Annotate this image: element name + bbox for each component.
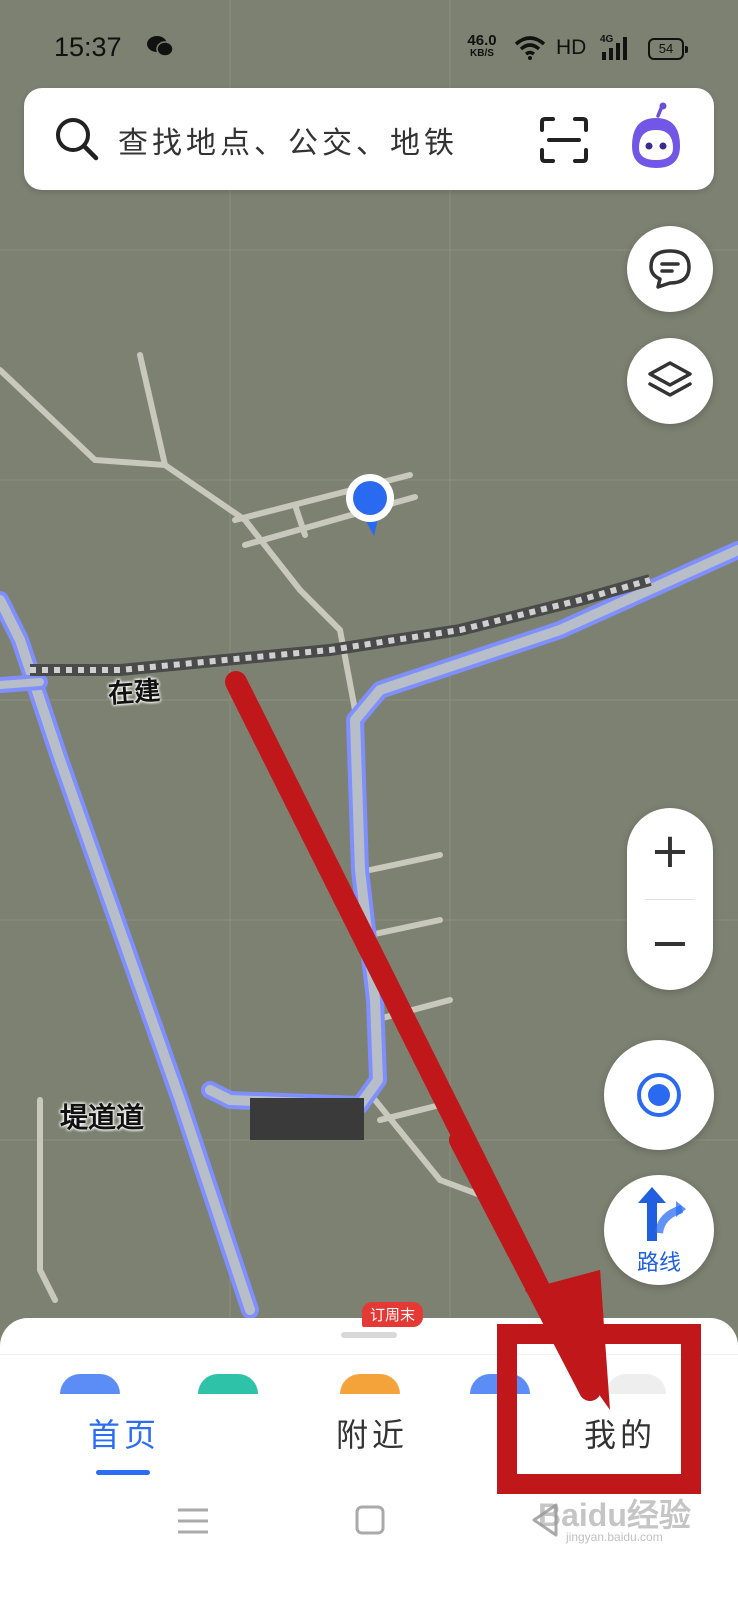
home-icon[interactable]: [354, 1504, 386, 1536]
menu-icon[interactable]: [176, 1506, 210, 1536]
annotation-overlay: [449, 1129, 701, 1494]
watermark-url: jingyan.baidu.com: [566, 1530, 663, 1544]
